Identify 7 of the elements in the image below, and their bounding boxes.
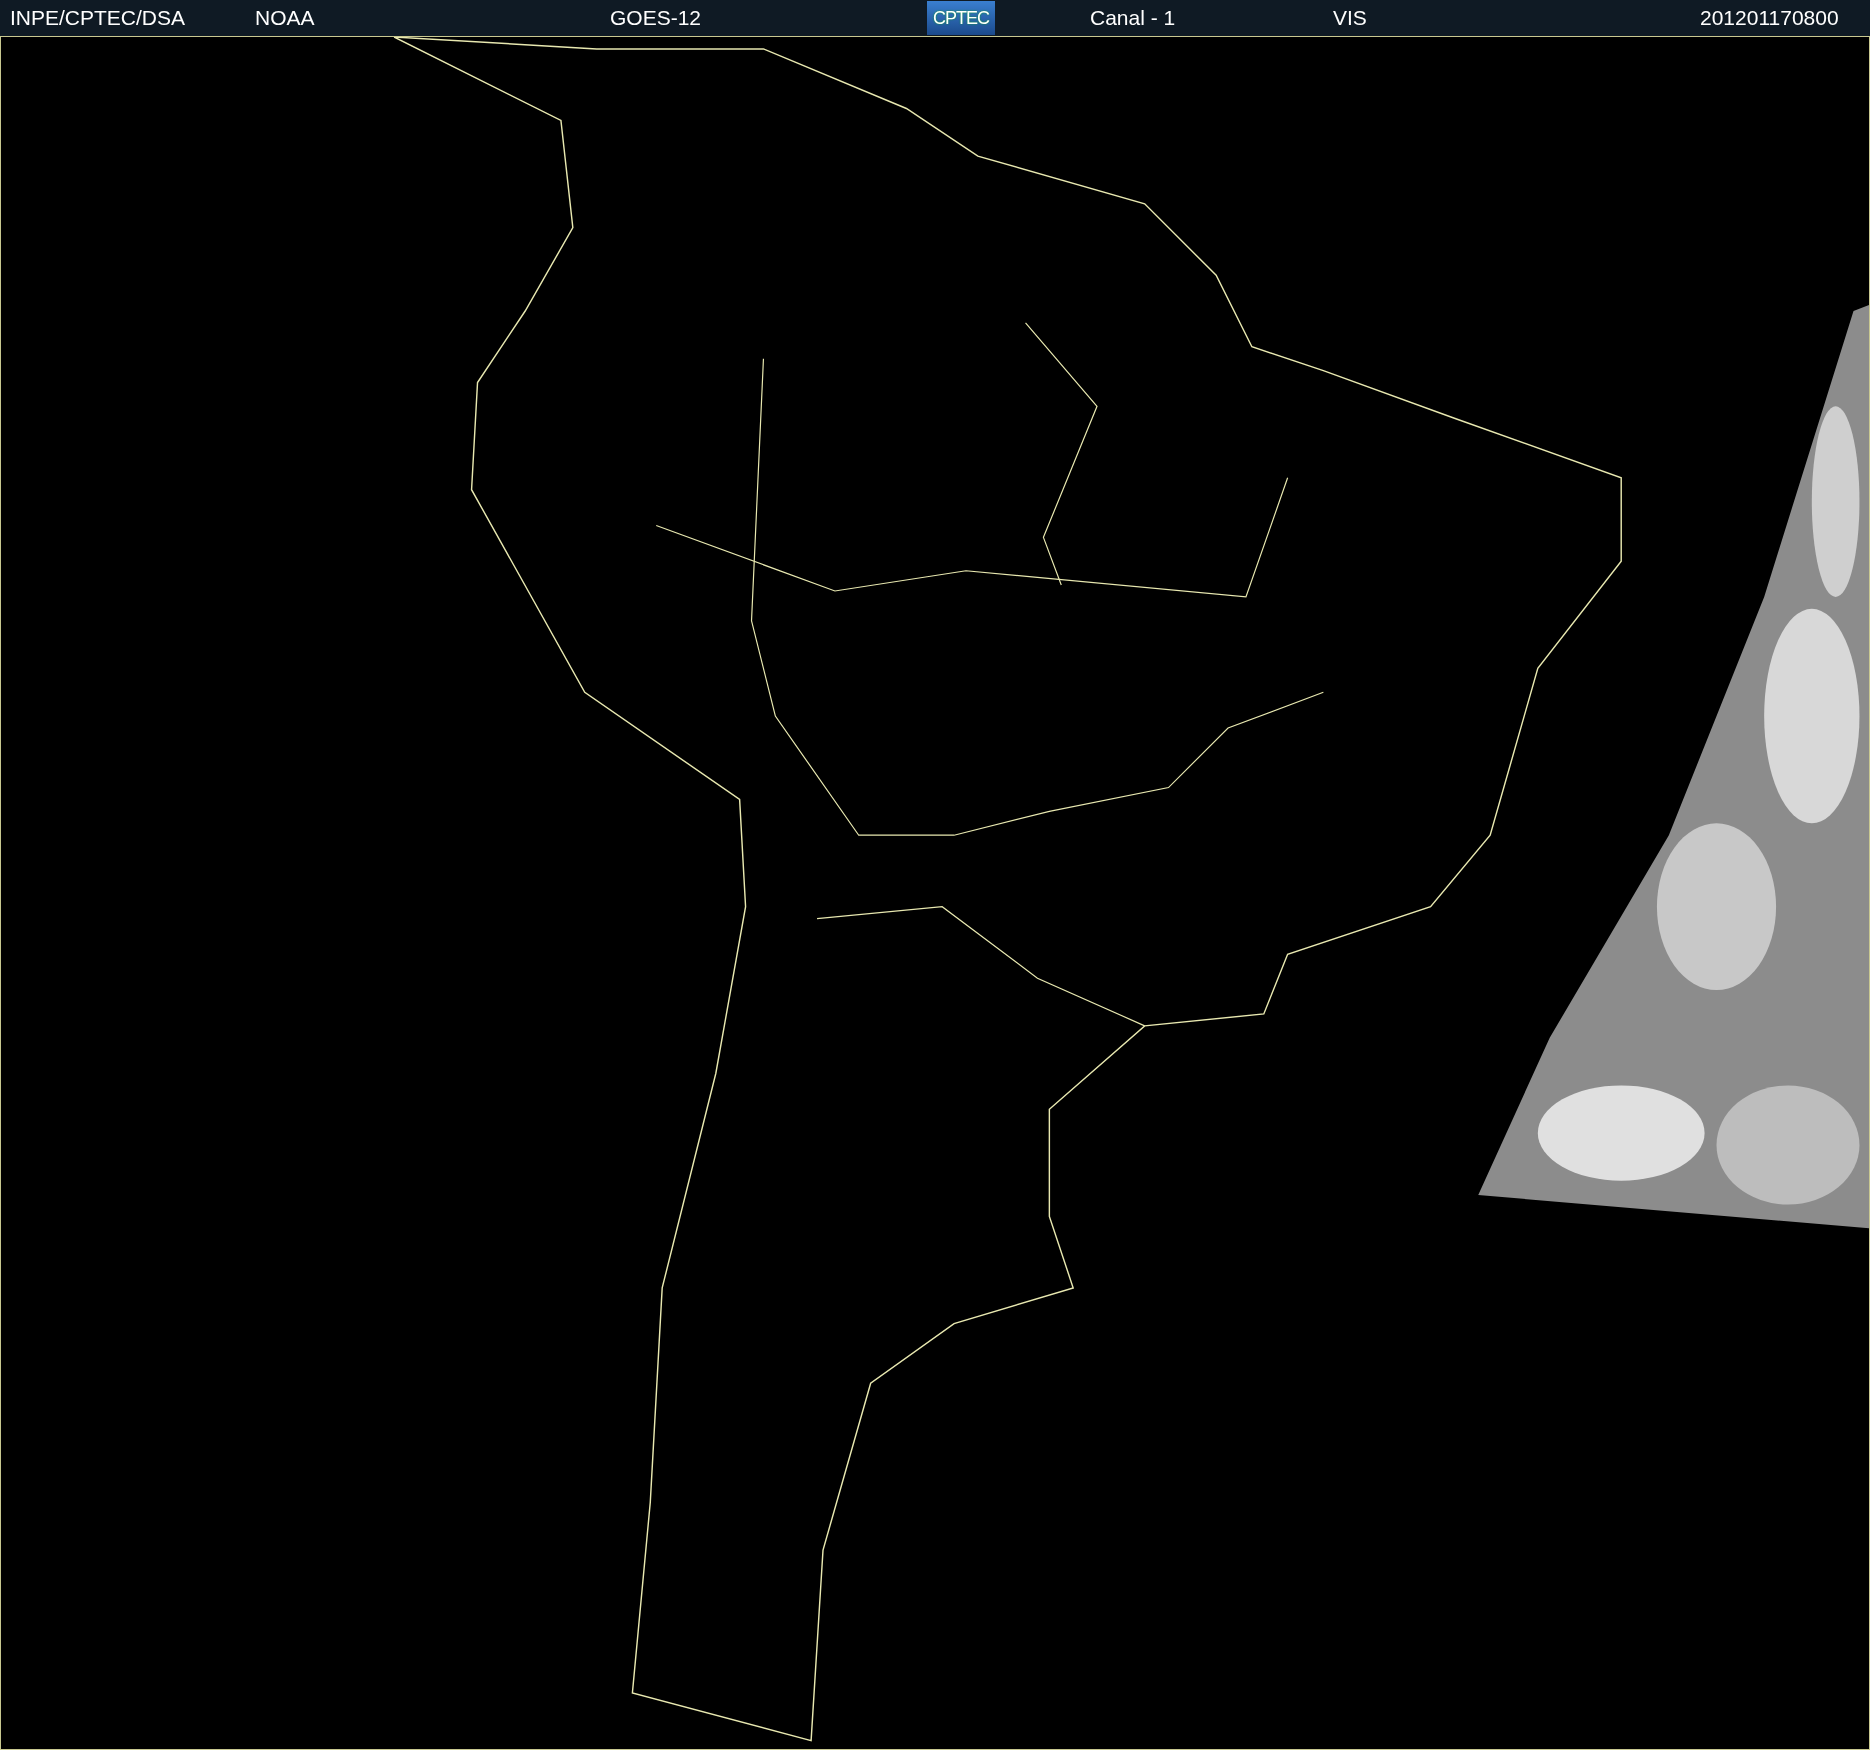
- header-label: INPE/CPTEC/DSA: [10, 6, 186, 30]
- header-label: VIS: [1333, 6, 1367, 30]
- logo: CPTEC: [927, 1, 995, 35]
- header-label: GOES-12: [610, 6, 702, 30]
- header-label: NOAA: [255, 6, 315, 30]
- header-label: 201201170800: [1700, 6, 1839, 30]
- header-label: Canal - 1: [1090, 6, 1176, 30]
